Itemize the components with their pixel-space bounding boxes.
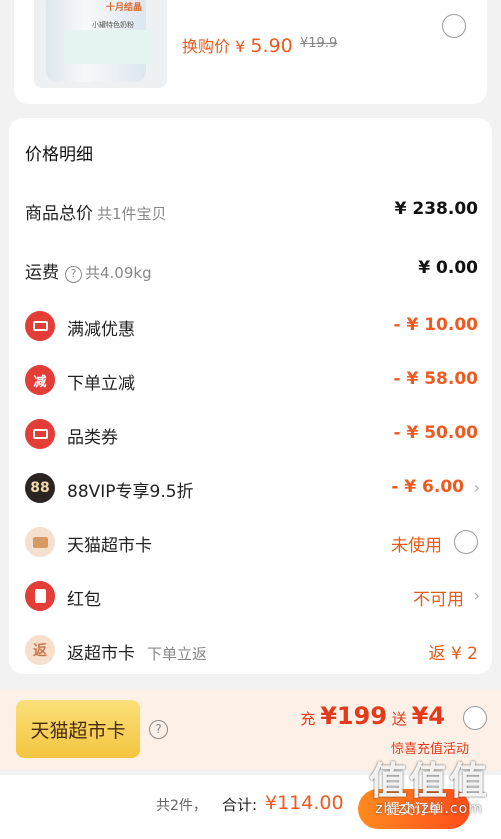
row-label: 天猫超市卡 [67, 536, 152, 556]
gift-value: ¥4 [411, 702, 445, 730]
price-detail-title: 价格明细 [25, 145, 93, 165]
row-label: 品类券 [67, 428, 118, 448]
swap-price-value: 5.90 [250, 35, 293, 57]
chevron-right-icon: › [473, 586, 480, 605]
row-value: - ¥ 10.00 [393, 315, 479, 335]
row-value: - ¥ 58.00 [393, 369, 479, 389]
row-value: 返 ¥ 2 [428, 644, 478, 664]
promo-subtitle: 惊喜充值活动 [390, 742, 469, 757]
help-icon[interactable]: ? [149, 720, 168, 739]
row-value: - ¥ 6.00 [391, 477, 464, 497]
row-value: ¥ 238.00 [394, 199, 478, 219]
milk-can-graphic: 十月结晶 小罐特色奶粉 [46, 0, 152, 82]
row-rebate-card: 返 返超市卡 下单立返 返 ¥ 2 [9, 630, 492, 670]
swap-product-card: 十月结晶 小罐特色奶粉 换购价 ¥ 5.90 ¥19.9 [14, 0, 487, 104]
row-sub: 共1件宝贝 [97, 205, 167, 223]
price-detail-card: 价格明细 商品总价 共1件宝贝 ¥ 238.00 运费? 共4.09kg ¥ 0.0… [9, 118, 492, 674]
row-label: 88VIP专享9.5折 [67, 482, 194, 502]
help-icon[interactable]: ? [65, 266, 82, 283]
product-image[interactable]: 十月结晶 小罐特色奶粉 [34, 0, 167, 88]
charge-label: 充 [300, 710, 316, 728]
row-label: 商品总价 [25, 204, 93, 224]
total-label: 合计: [222, 796, 258, 814]
chevron-right-icon: › [473, 478, 480, 497]
row-label: 运费 [25, 263, 59, 283]
charge-value: ¥199 [320, 702, 388, 730]
tmall-card-promo[interactable]: 天猫超市卡 ? 充 ¥199 送 ¥4 惊喜充值活动 [0, 690, 501, 770]
can-label-band [64, 30, 152, 64]
can-brand: 十月结晶 [106, 3, 143, 13]
discount-icon: 减 [25, 365, 55, 395]
gift-label: 送 [391, 710, 407, 728]
row-order-discount[interactable]: 减 下单立减 - ¥ 58.00 [9, 360, 492, 400]
vip88-icon: 88 [25, 473, 55, 503]
row-red-packet[interactable]: 红包 不可用 › [9, 576, 492, 616]
card-icon [25, 527, 55, 557]
row-label: 满减优惠 [67, 320, 135, 340]
swap-price-label: 换购价 [182, 37, 231, 56]
row-value: 不可用 [413, 590, 464, 610]
promo-select-radio[interactable] [463, 706, 487, 730]
row-label: 红包 [67, 590, 101, 610]
row-category-coupon[interactable]: 品类券 - ¥ 50.00 [9, 414, 492, 454]
row-sub: 下单立返 [147, 645, 208, 663]
can-label-text: 小罐特色奶粉 [92, 21, 134, 29]
rebate-icon: 返 [25, 635, 55, 665]
row-label: 返超市卡 [67, 644, 135, 664]
ticket-icon [25, 311, 55, 341]
checkout-bar: 共2件， 合计: ¥114.00 提交订单 [0, 775, 501, 839]
row-total-price: 商品总价 共1件宝贝 ¥ 238.00 [9, 190, 492, 230]
tmall-card-radio[interactable] [454, 530, 478, 554]
ticket-icon [25, 419, 55, 449]
row-value: 未使用 [391, 536, 442, 556]
original-price: ¥19.9 [300, 36, 338, 51]
submit-order-button[interactable]: 提交订单 [358, 789, 470, 829]
swap-select-radio[interactable] [442, 14, 466, 38]
red-packet-icon [25, 581, 55, 611]
row-full-reduction[interactable]: 满减优惠 - ¥ 10.00 [9, 306, 492, 346]
total-value: ¥114.00 [265, 792, 344, 814]
tmall-card-badge: 天猫超市卡 [16, 700, 140, 758]
swap-price: 换购价 ¥ 5.90 [182, 33, 293, 57]
row-label: 下单立减 [67, 374, 135, 394]
row-value: - ¥ 50.00 [393, 423, 479, 443]
promo-offer: 充 ¥199 送 ¥4 [300, 702, 445, 730]
row-value: ¥ 0.00 [418, 258, 478, 278]
row-tmall-card[interactable]: 天猫超市卡 未使用 [9, 522, 492, 562]
row-sub: 共4.09kg [85, 264, 152, 282]
row-88vip[interactable]: 88 88VIP专享9.5折 - ¥ 6.00 › [9, 468, 492, 508]
swap-price-currency: ¥ [235, 37, 246, 56]
row-shipping: 运费? 共4.09kg ¥ 0.00 [9, 249, 492, 289]
item-count: 共2件， [156, 798, 207, 814]
